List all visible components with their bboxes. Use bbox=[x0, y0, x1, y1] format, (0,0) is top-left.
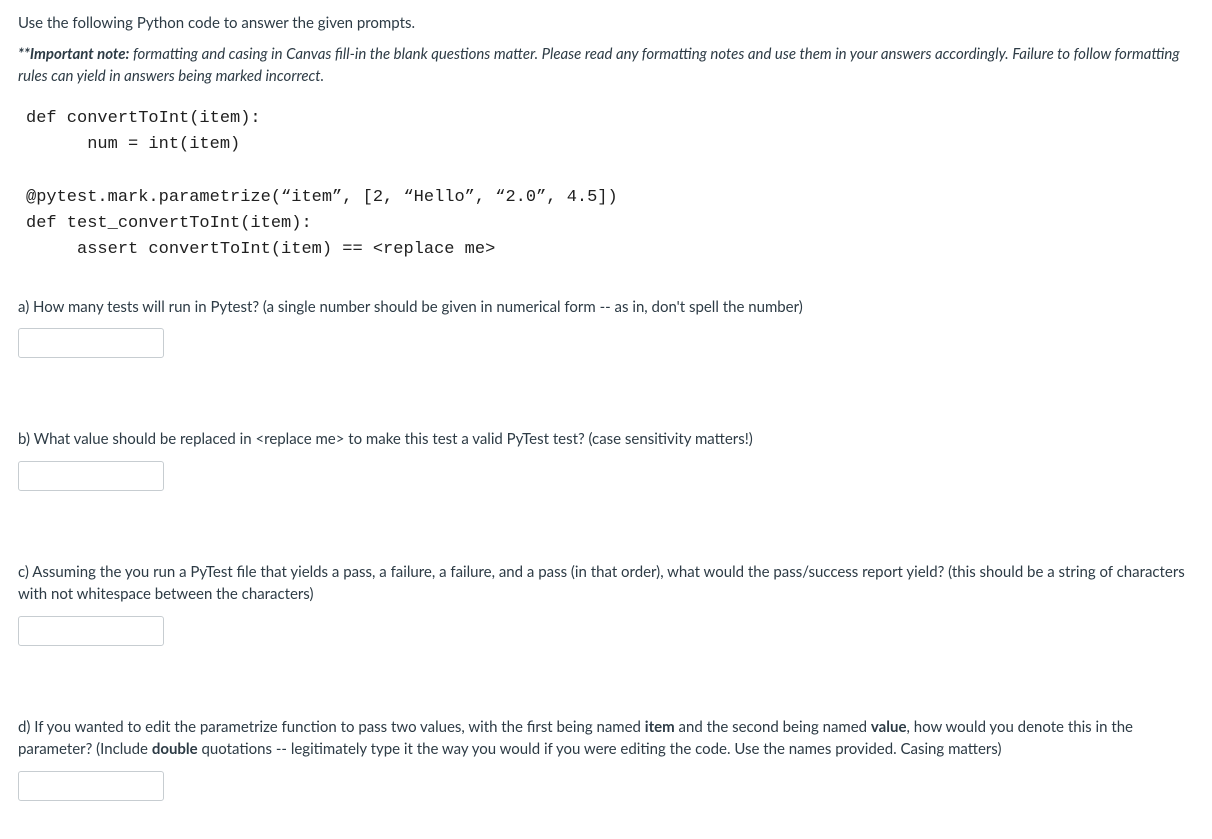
question-d-mid1: and the second being named bbox=[675, 718, 871, 736]
question-d-prefix: d) If you wanted to edit the parametrize… bbox=[18, 718, 645, 736]
question-d: d) If you wanted to edit the parametrize… bbox=[18, 716, 1194, 801]
answer-d-input[interactable] bbox=[18, 771, 164, 801]
question-d-suffix: quotations -- legitimately type it the w… bbox=[198, 740, 1002, 758]
question-d-text: d) If you wanted to edit the parametrize… bbox=[18, 716, 1194, 761]
answer-b-input[interactable] bbox=[18, 461, 164, 491]
answer-a-input[interactable] bbox=[18, 328, 164, 358]
question-c: c) Assuming the you run a PyTest file th… bbox=[18, 561, 1194, 646]
question-b: b) What value should be replaced in <rep… bbox=[18, 428, 1194, 491]
question-b-text: b) What value should be replaced in <rep… bbox=[18, 428, 1194, 451]
question-d-double: double bbox=[152, 740, 198, 758]
code-block: def convertToInt(item): num = int(item) … bbox=[26, 106, 1194, 264]
question-d-value: value bbox=[871, 718, 907, 736]
note-body: formatting and casing in Canvas fill-in … bbox=[18, 45, 1180, 86]
note-strong: **Important note: bbox=[18, 45, 129, 63]
important-note: **Important note: formatting and casing … bbox=[18, 43, 1194, 88]
intro-text: Use the following Python code to answer … bbox=[18, 12, 1194, 35]
question-page: Use the following Python code to answer … bbox=[0, 0, 1212, 839]
question-a-text: a) How many tests will run in Pytest? (a… bbox=[18, 296, 1194, 319]
answer-c-input[interactable] bbox=[18, 616, 164, 646]
question-a: a) How many tests will run in Pytest? (a… bbox=[18, 296, 1194, 359]
question-d-item: item bbox=[645, 718, 675, 736]
question-c-text: c) Assuming the you run a PyTest file th… bbox=[18, 561, 1194, 606]
